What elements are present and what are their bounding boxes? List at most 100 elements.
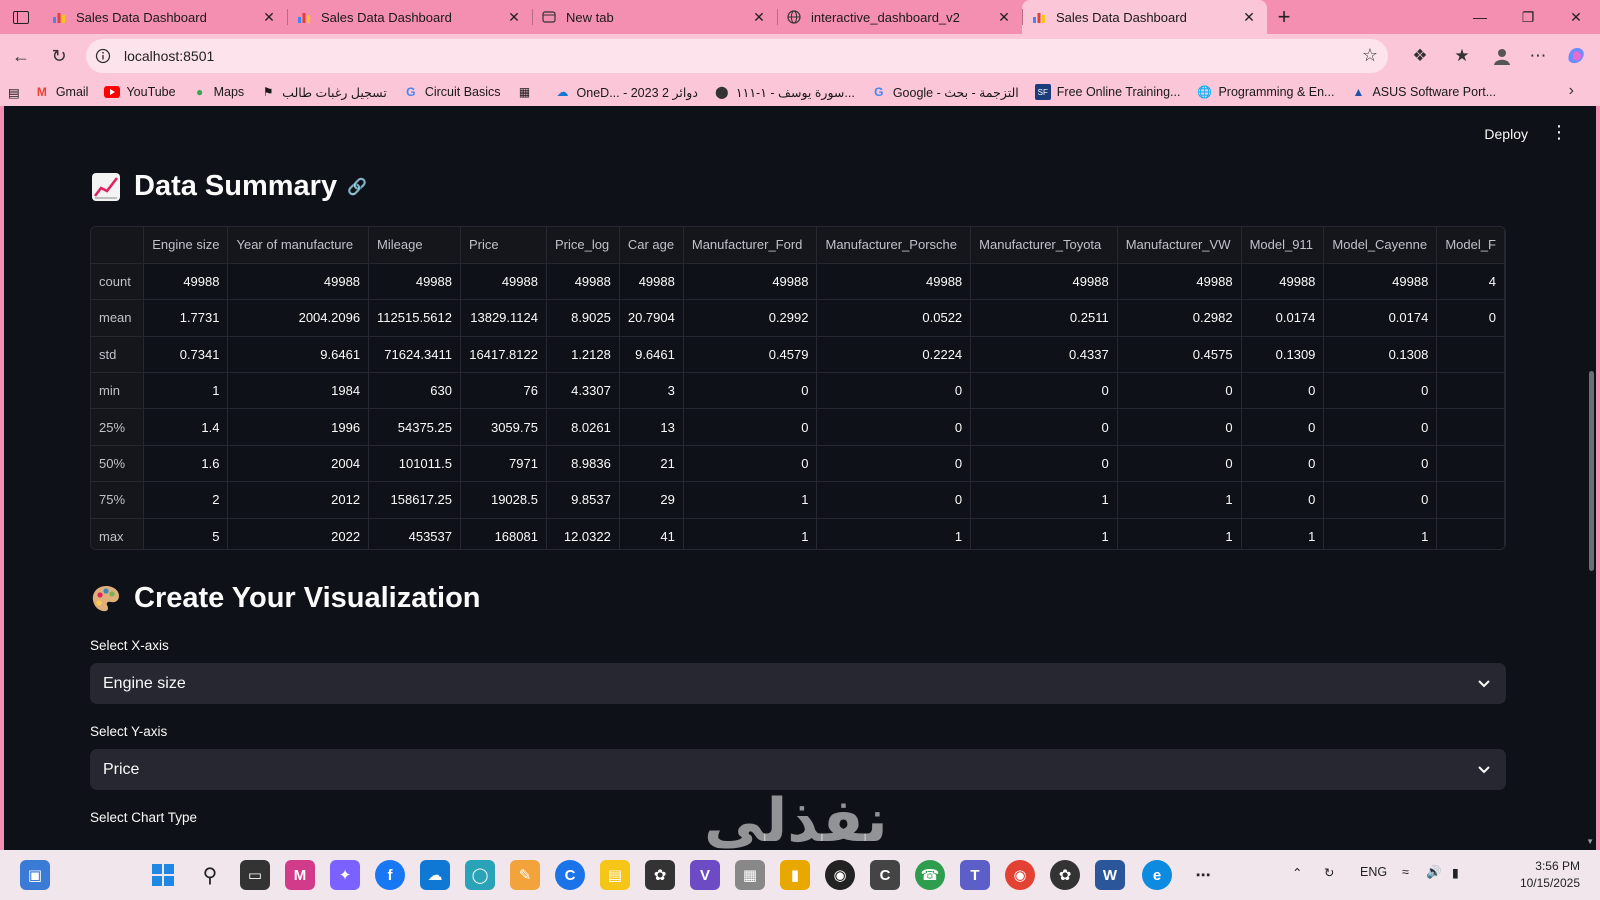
x-axis-select[interactable]: Engine size [90, 663, 1506, 704]
summary-table[interactable]: Engine size Year of manufacture Mileage Pri… [90, 226, 1506, 550]
column-header[interactable]: Year of manufacture [227, 227, 370, 264]
tab-sidebar-toggle[interactable] [0, 0, 42, 34]
column-header[interactable]: Manufacturer_Ford [683, 227, 818, 264]
column-header[interactable]: Model_Cayenne [1323, 227, 1438, 264]
task-view-icon[interactable]: ▭ [240, 860, 270, 890]
reload-icon: ↻ [51, 45, 67, 66]
column-header[interactable]: Manufacturer_Toyota [970, 227, 1118, 264]
wifi-icon[interactable]: ≈ [1402, 865, 1409, 879]
back-button[interactable]: ← [2, 37, 40, 75]
bookmark-asus[interactable]: ▲ ASUS Software Port... [1350, 84, 1497, 100]
more-apps-icon[interactable]: ⋯ [1188, 860, 1218, 890]
battery-icon[interactable]: ▮ [1452, 865, 1459, 880]
close-icon[interactable]: ✕ [996, 9, 1012, 26]
close-icon[interactable]: ✕ [751, 9, 767, 26]
restore-button[interactable]: ❐ [1504, 0, 1552, 34]
bookmark-google-translate[interactable]: G Google - التزجمة - بحث [871, 84, 1019, 100]
deploy-button[interactable]: Deploy [1484, 126, 1528, 142]
column-header[interactable]: Mileage [368, 227, 461, 264]
close-window-button[interactable]: ✕ [1552, 0, 1600, 34]
m365-icon[interactable]: M [285, 860, 315, 890]
menu-button[interactable]: ⋯ [1520, 38, 1556, 74]
browser-tab[interactable]: New tab ✕ [532, 0, 777, 34]
chrome-icon[interactable]: ◉ [1005, 860, 1035, 890]
bookmark-calendar[interactable]: ▦ [517, 84, 539, 100]
edge-icon[interactable]: e [1142, 860, 1172, 890]
bookmark-registration[interactable]: ⚑ تسجيل رغبات طالب [260, 84, 387, 100]
minimize-button[interactable]: — [1456, 0, 1504, 34]
browser-tab[interactable]: Sales Data Dashboard ✕ [287, 0, 532, 34]
column-header[interactable]: Manufacturer_Porsche [816, 227, 972, 264]
browser-tab[interactable]: Sales Data Dashboard ✕ [42, 0, 287, 34]
volume-icon[interactable]: 🔊 [1426, 865, 1442, 880]
scroll-down-icon[interactable]: ▼ [1586, 837, 1594, 846]
browser-tab[interactable]: Sales Data Dashboard ✕ [1022, 0, 1267, 34]
bookmark-gmail[interactable]: M Gmail [34, 84, 89, 100]
github-icon[interactable]: ◉ [825, 860, 855, 890]
system-clock[interactable]: 3:56 PM 10/15/2025 [1520, 858, 1580, 892]
table-row: mean 1.7731 2004.2096 112515.5612 13829.1124… [91, 299, 1505, 337]
y-axis-select[interactable]: Price [90, 749, 1506, 790]
whatsapp-icon[interactable]: ☎ [915, 860, 945, 890]
close-icon[interactable]: ✕ [506, 9, 522, 26]
tab-title: interactive_dashboard_v2 [811, 9, 960, 25]
teams-icon[interactable]: T [960, 860, 990, 890]
reading-list-icon[interactable]: ▤ [8, 85, 20, 100]
column-header[interactable]: Price [460, 227, 547, 264]
column-header[interactable]: Price_log [546, 227, 620, 264]
table-cell: 1 [970, 481, 1118, 519]
onedrive-icon[interactable]: ☁ [420, 860, 450, 890]
column-header[interactable]: Car age [619, 227, 684, 264]
column-header[interactable] [91, 227, 145, 264]
profile-button[interactable] [1484, 38, 1520, 74]
table-cell: 21 [619, 445, 684, 483]
chatgpt-icon[interactable]: ✿ [645, 860, 675, 890]
link-icon[interactable]: 🔗 [347, 177, 367, 197]
browser-tab[interactable]: interactive_dashboard_v2 ✕ [777, 0, 1022, 34]
copilot-taskbar-icon[interactable]: ✦ [330, 860, 360, 890]
app-circle-icon[interactable]: ◯ [465, 860, 495, 890]
bookmark-onedrive[interactable]: ☁ OneD... - 2023 2 دوائر [555, 84, 698, 100]
column-header[interactable]: Manufacturer_VW [1117, 227, 1242, 264]
new-tab-button[interactable]: + [1267, 0, 1301, 34]
column-header[interactable]: Engine size [143, 227, 229, 264]
bookmark-programming[interactable]: 🌐 Programming & En... [1196, 84, 1335, 100]
visual-studio-icon[interactable]: V [690, 860, 720, 890]
bookmark-star-icon[interactable]: ☆ [1362, 45, 1378, 66]
sync-icon[interactable]: ↻ [1324, 865, 1334, 880]
paint-icon[interactable]: ✎ [510, 860, 540, 890]
site-info-icon[interactable] [92, 45, 114, 67]
terminal-c-icon[interactable]: C [870, 860, 900, 890]
windows-start-icon[interactable] [148, 860, 178, 890]
close-icon[interactable]: ✕ [261, 9, 277, 26]
table-cell: 49988 [816, 263, 972, 301]
extensions-button[interactable]: ❖ [1402, 38, 1438, 74]
reload-button[interactable]: ↻ [40, 37, 78, 75]
chevron-right-icon[interactable]: › [1569, 82, 1574, 100]
facebook-icon[interactable]: f [375, 860, 405, 890]
language-indicator[interactable]: ENG [1360, 865, 1387, 879]
file-explorer-icon[interactable]: ▤ [600, 860, 630, 890]
c-app-icon[interactable]: C [555, 860, 585, 890]
column-header[interactable]: Model_911 [1241, 227, 1325, 264]
tray-chevron-icon[interactable]: ⌃ [1292, 865, 1302, 880]
table-row: std 0.7341 9.6461 71624.3411 16417.8122 1.212… [91, 336, 1505, 374]
column-header[interactable]: Model_F [1436, 227, 1505, 264]
scrollbar-thumb[interactable] [1589, 371, 1594, 571]
bookmark-surah[interactable]: ⬤ سورة يوسف - ١-١١١... [714, 84, 855, 100]
copilot-button[interactable] [1558, 38, 1594, 74]
bookmark-free-training[interactable]: SF Free Online Training... [1034, 84, 1180, 100]
bookmark-maps[interactable]: ● Maps [192, 84, 244, 100]
app-grid-icon[interactable]: ▦ [735, 860, 765, 890]
widgets-icon[interactable]: ▣ [20, 860, 50, 890]
power-bi-icon[interactable]: ▮ [780, 860, 810, 890]
favorites-button[interactable]: ★ [1444, 38, 1480, 74]
main-menu-icon[interactable]: ⋮ [1550, 122, 1568, 143]
close-icon[interactable]: ✕ [1241, 9, 1257, 26]
bookmark-youtube[interactable]: YouTube [104, 84, 176, 100]
address-bar[interactable]: localhost:8501 ☆ [86, 39, 1388, 73]
word-icon[interactable]: W [1095, 860, 1125, 890]
search-icon[interactable]: ⚲ [195, 860, 225, 890]
bookmark-circuit-basics[interactable]: G Circuit Basics [403, 84, 500, 100]
chatgpt-alt-icon[interactable]: ✿ [1050, 860, 1080, 890]
